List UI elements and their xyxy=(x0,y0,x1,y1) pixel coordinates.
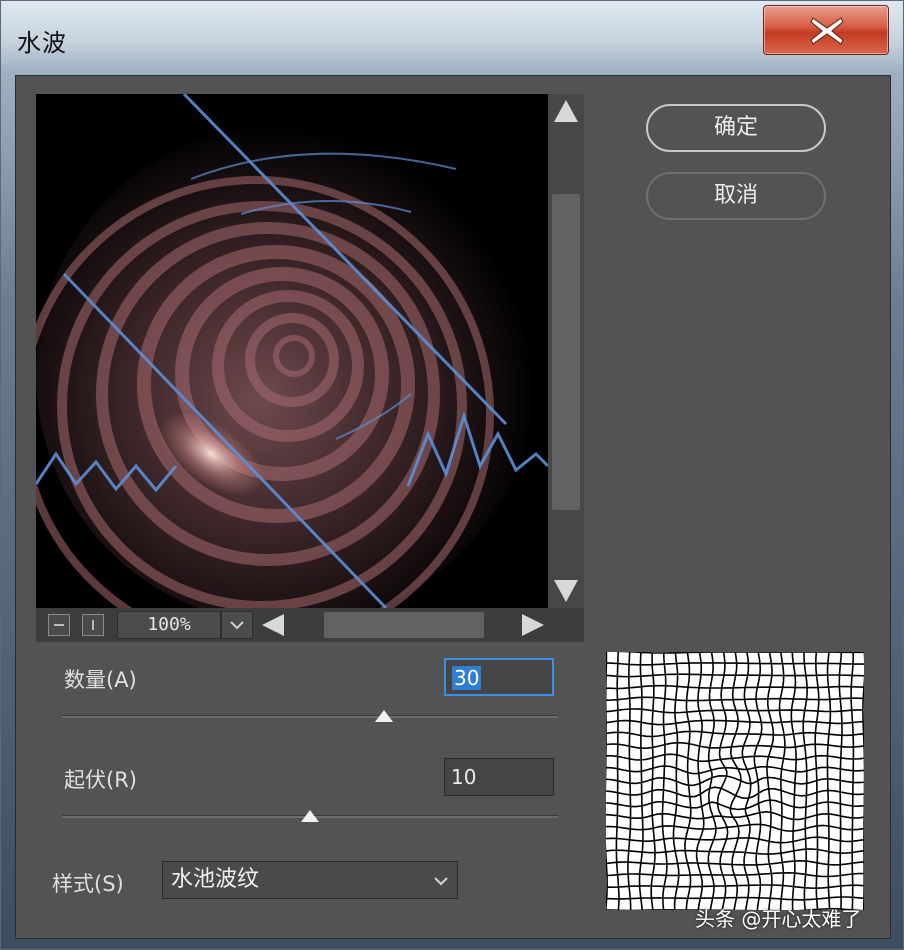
amount-label: 数量(A) xyxy=(64,668,137,692)
preview-vertical-scrollbar[interactable] xyxy=(548,94,584,608)
preview-canvas[interactable] xyxy=(36,94,548,608)
scroll-down-icon[interactable] xyxy=(554,580,578,602)
ridges-label: 起伏(R) xyxy=(64,768,137,792)
amount-value: 30 xyxy=(452,666,482,690)
amount-slider-track[interactable] xyxy=(62,715,558,718)
scroll-left-icon[interactable] xyxy=(262,614,284,636)
filter-dialog-window: 水波 100% 确定 取消 数量(A) 30 起伏(R) 10 样式(S) 水池… xyxy=(0,0,904,950)
zoom-in-icon xyxy=(92,620,94,630)
style-select[interactable]: 水池波纹 xyxy=(162,861,458,899)
amount-input[interactable]: 30 xyxy=(444,658,554,696)
chevron-down-icon xyxy=(230,621,244,630)
grid-lines xyxy=(606,652,864,910)
vertical-scroll-thumb[interactable] xyxy=(552,194,580,510)
dialog-title: 水波 xyxy=(17,29,67,57)
dialog-body: 100% 确定 取消 数量(A) 30 起伏(R) 10 样式(S) 水池波纹 xyxy=(15,75,891,939)
zoom-level-field[interactable]: 100% xyxy=(117,611,221,639)
style-select-value: 水池波纹 xyxy=(171,867,260,892)
ridges-slider-handle[interactable] xyxy=(301,810,319,822)
zoom-in-button[interactable] xyxy=(82,614,104,636)
close-x-icon xyxy=(810,17,844,45)
chevron-down-icon xyxy=(434,877,448,886)
ridges-input[interactable]: 10 xyxy=(444,758,554,796)
watermark: 头条 @开心太难了 xyxy=(695,907,862,931)
zoom-dropdown-button[interactable] xyxy=(221,611,253,639)
title-bar[interactable]: 水波 xyxy=(1,1,903,75)
distortion-grid-icon xyxy=(606,652,864,910)
style-label: 样式(S) xyxy=(52,872,124,896)
cancel-button[interactable]: 取消 xyxy=(646,172,826,220)
horizontal-scroll-thumb[interactable] xyxy=(324,612,484,638)
zoom-out-button[interactable] xyxy=(48,614,70,636)
scroll-up-icon[interactable] xyxy=(554,100,578,122)
zoom-out-icon xyxy=(54,624,64,626)
preview-image xyxy=(36,94,548,608)
close-button[interactable] xyxy=(763,5,889,55)
amount-slider-handle[interactable] xyxy=(375,710,394,722)
distortion-grid-thumbnail xyxy=(606,652,864,910)
scroll-right-icon[interactable] xyxy=(522,614,544,636)
preview-toolbar: 100% xyxy=(36,608,584,642)
ok-button[interactable]: 确定 xyxy=(646,104,826,152)
